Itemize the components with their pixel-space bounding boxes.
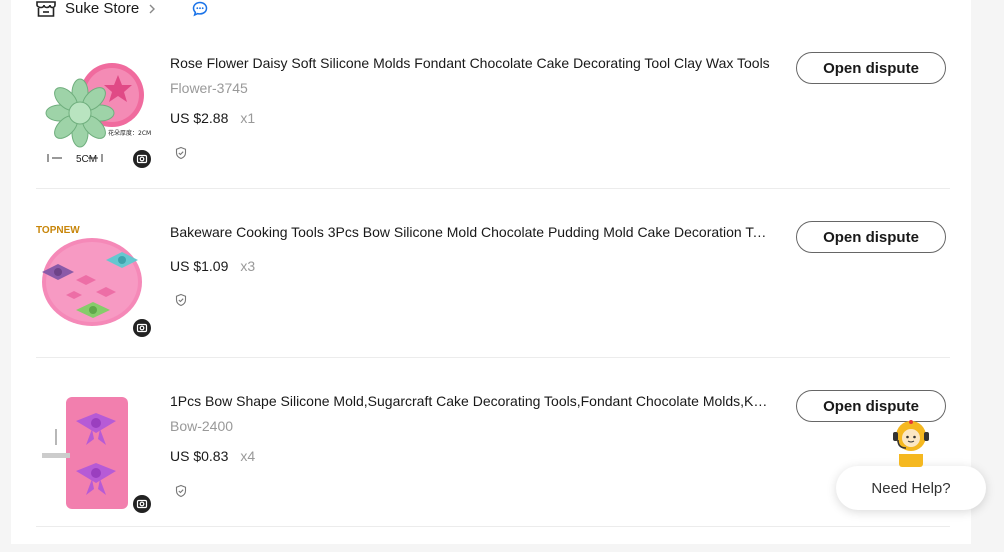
divider [36,188,950,189]
product-thumbnail[interactable]: 5CM 花朵厚度：2CM [36,51,156,171]
shield-check-icon[interactable] [174,484,188,498]
camera-icon[interactable] [133,319,151,337]
product-sku: Flower-3745 [170,80,248,96]
product-thumbnail[interactable] [36,389,156,513]
camera-icon[interactable] [133,150,151,168]
product-qty: x4 [240,448,256,464]
thumb-depth-label: 花朵厚度：2CM [108,129,151,137]
open-dispute-button[interactable]: Open dispute [796,221,946,253]
product-title[interactable]: 1Pcs Bow Shape Silicone Mold,Sugarcraft … [170,392,770,410]
product-price: US $2.88 [170,110,229,126]
store-icon [35,0,57,18]
thumb-size-label: 5CM [76,154,97,165]
price-line: US $1.09 x3 [170,257,255,275]
product-title[interactable]: Bakeware Cooking Tools 3Pcs Bow Silicone… [170,223,770,241]
thumb-brand-label: TOPNEW [36,225,80,236]
product-price: US $1.09 [170,258,229,274]
product-price: US $0.83 [170,448,229,464]
store-name[interactable]: Suke Store [65,0,139,18]
need-help-button[interactable]: Need Help? [836,466,986,510]
store-header[interactable]: Suke Store [35,0,209,18]
open-dispute-button[interactable]: Open dispute [796,52,946,84]
shield-check-icon[interactable] [174,146,188,160]
order-card: Suke Store 5CM 花朵厚度：2CM Rose Flower Dais… [11,0,971,544]
need-help-label: Need Help? [871,479,951,497]
chevron-right-icon[interactable] [147,2,157,16]
shield-check-icon[interactable] [174,293,188,307]
divider [36,526,950,527]
divider [36,357,950,358]
mascot-icon[interactable] [888,418,934,468]
product-thumbnail[interactable]: TOPNEW [36,220,156,340]
product-qty: x3 [240,258,256,274]
price-line: US $2.88 x1 [170,109,255,127]
product-sku: Bow-2400 [170,418,234,434]
product-qty: x1 [240,110,256,126]
camera-icon[interactable] [133,495,151,513]
price-line: US $0.83 x4 [170,447,255,465]
chat-icon[interactable] [191,0,209,18]
product-title[interactable]: Rose Flower Daisy Soft Silicone Molds Fo… [170,54,770,72]
